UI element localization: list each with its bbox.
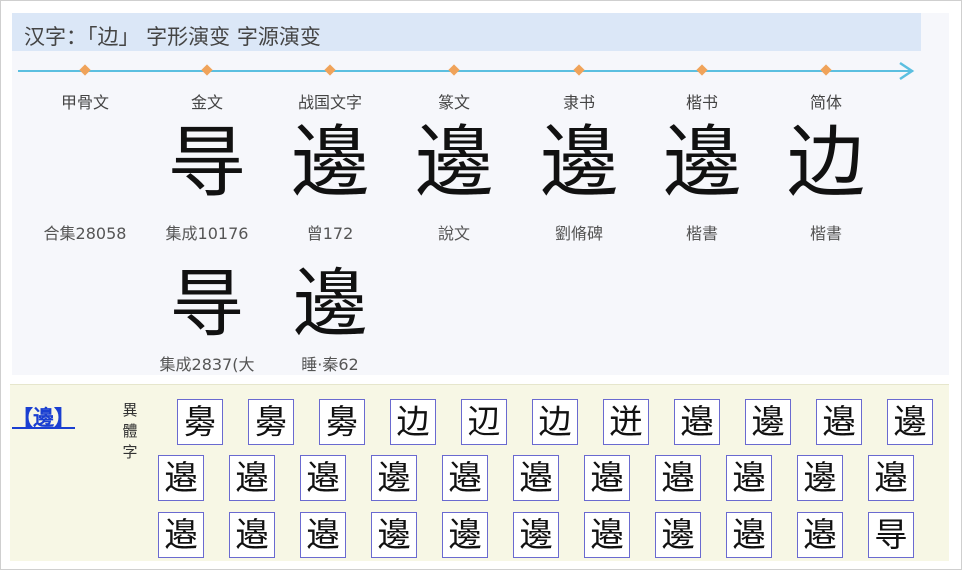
variant-glyph[interactable]: 邉 — [655, 455, 701, 501]
variant-glyph[interactable]: 臱 — [177, 399, 223, 445]
glyph-image: 邊 — [637, 113, 767, 213]
timeline-dot — [324, 64, 335, 75]
timeline-dot — [696, 64, 707, 75]
variant-glyph[interactable]: 邉 — [442, 455, 488, 501]
variant-glyph[interactable]: 邉 — [229, 512, 275, 558]
era-label: 金文 — [142, 89, 272, 113]
variant-glyph[interactable]: 邉 — [726, 455, 772, 501]
glyph-image: 邊 — [265, 258, 395, 350]
page-title: 汉字：「边」 字形演变 字源演变 — [24, 21, 321, 51]
variants-label: 異體字 — [122, 400, 138, 463]
variant-glyph[interactable]: 邉 — [158, 512, 204, 558]
timeline-dot — [820, 64, 831, 75]
variant-glyph[interactable]: 邉 — [513, 455, 559, 501]
title-bar: 汉字：「边」 字形演变 字源演变 — [12, 13, 921, 51]
era-label: 战国文字 — [265, 89, 395, 113]
variant-glyph[interactable]: 迸 — [603, 399, 649, 445]
variant-glyph[interactable]: 邉 — [584, 455, 630, 501]
era-label: 楷书 — [637, 89, 767, 113]
timeline-line — [18, 70, 913, 72]
content-frame: 汉字：「边」 字形演变 字源演变 甲骨文 𠕽 合集28058 金文㝵集成10176 战国… — [0, 0, 962, 570]
variant-glyph[interactable]: 邉 — [300, 512, 346, 558]
variant-glyph[interactable]: 邉 — [158, 455, 204, 501]
glyph-image: 边 — [761, 113, 891, 213]
variant-glyph[interactable]: 邉 — [229, 455, 275, 501]
variant-glyph[interactable]: 邉 — [816, 399, 862, 445]
variant-glyph[interactable]: 邉 — [300, 455, 346, 501]
timeline-dot — [201, 64, 212, 75]
timeline-dot — [79, 64, 90, 75]
variant-glyph[interactable]: 㝵 — [868, 512, 914, 558]
glyph-image: 㝵 — [142, 113, 272, 213]
glyph-image: 邊 — [514, 113, 644, 213]
glyph-image: 邊 — [265, 113, 395, 213]
era-label: 篆文 — [389, 89, 519, 113]
era-label: 简体 — [761, 89, 891, 113]
glyph-image: 㝵 — [142, 258, 272, 350]
variant-glyph[interactable]: 邊 — [513, 512, 559, 558]
variant-glyph[interactable]: 邊 — [797, 455, 843, 501]
variant-glyph[interactable]: 邊 — [371, 455, 417, 501]
variant-glyph[interactable]: 邊 — [371, 512, 417, 558]
timeline-dot — [448, 64, 459, 75]
variant-glyph[interactable]: 邊 — [887, 399, 933, 445]
variant-glyph[interactable]: 臱 — [319, 399, 365, 445]
variant-glyph[interactable]: 邉 — [726, 512, 772, 558]
variant-glyph[interactable]: 邉 — [868, 455, 914, 501]
glyph-source: 睡·秦62 — [255, 351, 405, 375]
variant-glyph[interactable]: 邊 — [745, 399, 791, 445]
variant-glyph[interactable]: 邊 — [442, 512, 488, 558]
glyph-source: 楷書 — [751, 220, 901, 244]
era-label: 隶书 — [514, 89, 644, 113]
variant-glyph[interactable]: 邉 — [584, 512, 630, 558]
variant-glyph[interactable]: 边 — [532, 399, 578, 445]
variant-glyph[interactable]: 边 — [390, 399, 436, 445]
variant-glyph[interactable]: 辺 — [461, 399, 507, 445]
variant-glyph[interactable]: 邉 — [797, 512, 843, 558]
glyph-image: 𠕽 — [20, 113, 150, 213]
evolution-panel: 汉字：「边」 字形演变 字源演变 甲骨文 𠕽 合集28058 金文㝵集成10176 战国… — [12, 13, 949, 375]
timeline-arrow-icon — [896, 61, 916, 81]
timeline-dot — [573, 64, 584, 75]
headword-link[interactable]: 【邊】 — [12, 402, 75, 432]
variant-glyph[interactable]: 臱 — [248, 399, 294, 445]
variant-glyph[interactable]: 邊 — [655, 512, 701, 558]
variant-glyph[interactable]: 邉 — [674, 399, 720, 445]
era-label: 甲骨文 — [20, 89, 150, 113]
variants-panel: 【邊】 異體字 臱臱臱边辺边迸邉邊邉邊邉邉邉邊邉邉邉邉邉邊邉邉邉邉邊邊邊邉邊邉邉… — [10, 384, 949, 561]
glyph-image: 邊 — [389, 113, 519, 213]
